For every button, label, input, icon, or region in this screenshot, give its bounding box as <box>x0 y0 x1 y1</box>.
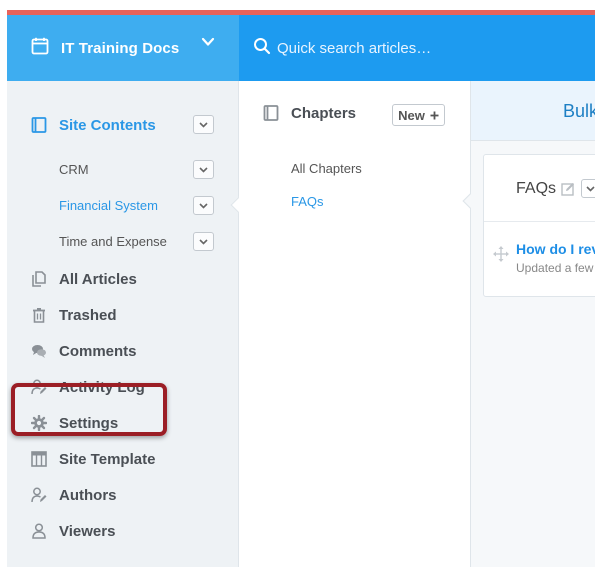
crm-dropdown-button[interactable] <box>193 160 214 179</box>
sidebar-item-label: Site Template <box>59 450 156 468</box>
chapter-item-all-chapters[interactable]: All Chapters <box>291 161 362 176</box>
sidebar-item-label: Settings <box>59 414 119 432</box>
chevron-down-icon <box>199 166 208 173</box>
user-edit-icon <box>31 379 47 395</box>
chapter-item-faqs[interactable]: FAQs <box>291 194 324 209</box>
chevron-down-icon <box>199 202 208 209</box>
chevron-down-icon <box>199 238 208 245</box>
sidebar-item-label: All Articles <box>59 270 137 288</box>
sidebar-item-site-template[interactable]: Site Template <box>7 443 239 475</box>
main-content: Bulk FAQs How do I rev Updated a few <box>471 81 595 567</box>
chevron-down-icon <box>199 121 208 128</box>
trash-icon <box>31 307 47 323</box>
sidebar-item-authors[interactable]: Authors <box>7 479 239 511</box>
time-and-expense-dropdown-button[interactable] <box>193 232 214 251</box>
edit-icon[interactable] <box>561 182 575 201</box>
bulk-action-bar: Bulk <box>471 81 595 141</box>
sidebar-item-trashed[interactable]: Trashed <box>7 299 239 331</box>
move-icon[interactable] <box>493 246 509 267</box>
chevron-down-icon[interactable] <box>201 35 215 54</box>
chapters-panel: Chapters New All Chapters FAQs <box>239 81 480 567</box>
user-icon <box>31 523 47 539</box>
site-switcher[interactable]: IT Training Docs <box>7 15 239 81</box>
book-icon <box>263 105 279 126</box>
sidebar-item-label: Trashed <box>59 306 117 324</box>
gear-icon <box>30 414 48 432</box>
sidebar-subitem-crm[interactable]: CRM <box>59 157 89 181</box>
site-contents-dropdown-button[interactable] <box>193 115 214 134</box>
new-button-label: New <box>398 107 425 123</box>
site-title: IT Training Docs <box>61 39 180 57</box>
bulk-actions-button[interactable]: Bulk <box>563 101 595 122</box>
sidebar: Site Contents CRM Financial System Time … <box>7 81 248 567</box>
user-edit-icon <box>31 487 47 503</box>
sidebar-item-label: Viewers <box>59 522 116 540</box>
search-icon <box>253 37 271 60</box>
new-chapter-button[interactable]: New <box>392 104 445 126</box>
app-window: IT Training Docs Site Contents <box>7 10 595 567</box>
sidebar-item-viewers[interactable]: Viewers <box>7 515 239 547</box>
plus-icon <box>430 108 439 123</box>
sidebar-item-activity-log[interactable]: Activity Log <box>7 371 239 403</box>
sidebar-subitem-financial-system[interactable]: Financial System <box>59 193 158 217</box>
sidebar-item-label: Comments <box>59 342 137 360</box>
article-title-link[interactable]: How do I rev <box>516 241 595 257</box>
article-updated-text: Updated a few <box>516 261 594 275</box>
card-dropdown-button[interactable] <box>581 179 595 198</box>
sidebar-item-all-articles[interactable]: All Articles <box>7 263 239 295</box>
comments-icon <box>31 343 47 359</box>
search-input[interactable] <box>277 39 577 57</box>
template-icon <box>31 451 47 467</box>
sidebar-item-settings[interactable]: Settings <box>7 407 239 439</box>
card-title: FAQs <box>516 180 557 197</box>
sidebar-item-comments[interactable]: Comments <box>7 335 239 367</box>
chapter-card: FAQs How do I rev Updated a few <box>483 154 595 297</box>
chapters-title: Chapters <box>291 105 357 122</box>
book-icon <box>31 117 47 133</box>
search-bar <box>239 15 595 81</box>
sidebar-item-label: Authors <box>59 486 117 504</box>
sidebar-subitem-time-and-expense[interactable]: Time and Expense <box>59 229 167 253</box>
financial-system-dropdown-button[interactable] <box>193 196 214 215</box>
sidebar-item-label: Site Contents <box>59 116 156 134</box>
chevron-down-icon <box>585 185 595 192</box>
card-divider <box>484 221 595 222</box>
calendar-icon <box>31 37 49 60</box>
sidebar-item-label: Activity Log <box>59 378 145 396</box>
copy-icon <box>31 271 47 287</box>
